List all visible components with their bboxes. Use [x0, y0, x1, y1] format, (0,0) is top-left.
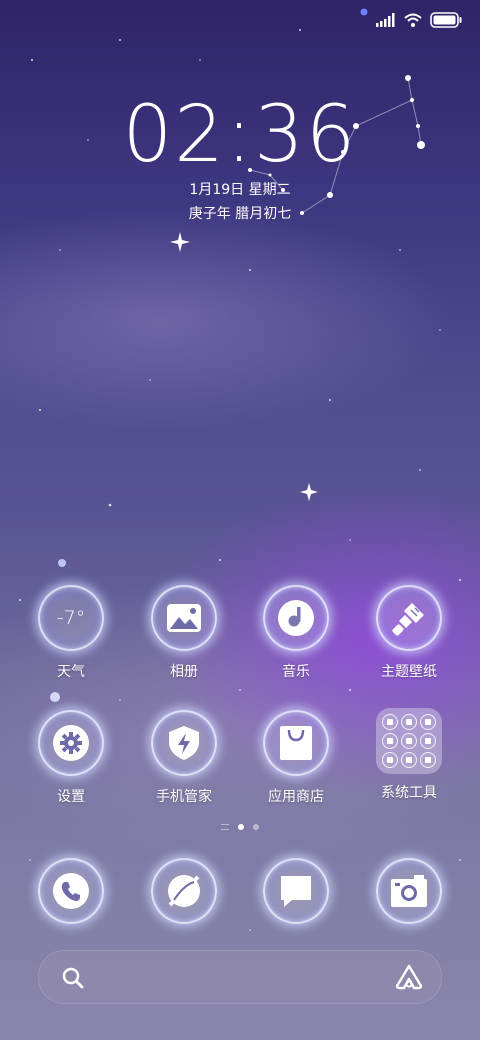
date-gregorian: 1月19日 星期二 — [189, 182, 291, 198]
page-dot — [253, 824, 259, 830]
dock-camera[interactable] — [354, 858, 464, 924]
mini-app-2-icon — [401, 714, 417, 730]
dock-phone[interactable] — [16, 858, 126, 924]
app-label: 音乐 — [282, 664, 310, 680]
signal-icon — [376, 13, 395, 27]
dock-messages[interactable] — [241, 858, 351, 924]
mini-app-6-icon — [420, 733, 436, 749]
app-label: 天气 — [57, 664, 85, 680]
page-indicator[interactable] — [0, 824, 480, 830]
gallery-icon — [151, 585, 217, 651]
folder-icon — [376, 708, 442, 774]
security-shield-icon — [151, 710, 217, 776]
battery-icon — [430, 12, 462, 28]
app-gallery[interactable]: 相册 — [129, 585, 239, 681]
mini-app-9-icon — [420, 752, 436, 768]
app-label: 相册 — [170, 664, 198, 680]
phone-icon — [38, 858, 104, 924]
lockscreen-clock: 02:36 — [122, 90, 358, 180]
music-icon — [263, 585, 329, 651]
page-dot-current — [238, 824, 244, 830]
search-bar[interactable] — [38, 950, 442, 1004]
mini-app-3-icon — [420, 714, 436, 730]
app-label: 设置 — [57, 789, 85, 805]
weather-icon: -7° — [38, 585, 104, 651]
mini-app-8-icon — [401, 752, 417, 768]
app-label: 系统工具 — [381, 785, 437, 801]
app-weather[interactable]: -7° 天气 — [16, 585, 126, 681]
app-label: 主题壁纸 — [381, 664, 437, 680]
dock-browser[interactable] — [129, 858, 239, 924]
wifi-icon — [404, 13, 422, 27]
app-label: 应用商店 — [268, 789, 324, 805]
app-label: 手机管家 — [156, 789, 212, 805]
app-music[interactable]: 音乐 — [241, 585, 351, 681]
status-bar — [376, 8, 462, 32]
mini-app-7-icon — [382, 752, 398, 768]
camera-icon — [376, 858, 442, 924]
theme-brush-icon — [376, 585, 442, 651]
messages-icon — [263, 858, 329, 924]
mini-app-5-icon — [401, 733, 417, 749]
search-icon[interactable] — [61, 966, 85, 990]
settings-gear-icon — [38, 710, 104, 776]
app-security[interactable]: 手机管家 — [129, 710, 239, 806]
app-folder-tools[interactable]: 系统工具 — [354, 708, 464, 802]
date-lunar: 庚子年 腊月初七 — [188, 206, 292, 222]
app-store-bag-icon — [263, 710, 329, 776]
browser-icon — [151, 858, 217, 924]
mini-app-4-icon — [382, 733, 398, 749]
app-settings[interactable]: 设置 — [16, 710, 126, 806]
app-themes[interactable]: 主题壁纸 — [354, 585, 464, 681]
page-indicator-list — [221, 824, 229, 830]
weather-temp: -7° — [56, 607, 86, 629]
assistant-icon[interactable] — [395, 964, 423, 990]
app-store[interactable]: 应用商店 — [241, 710, 351, 806]
mini-app-1-icon — [382, 714, 398, 730]
